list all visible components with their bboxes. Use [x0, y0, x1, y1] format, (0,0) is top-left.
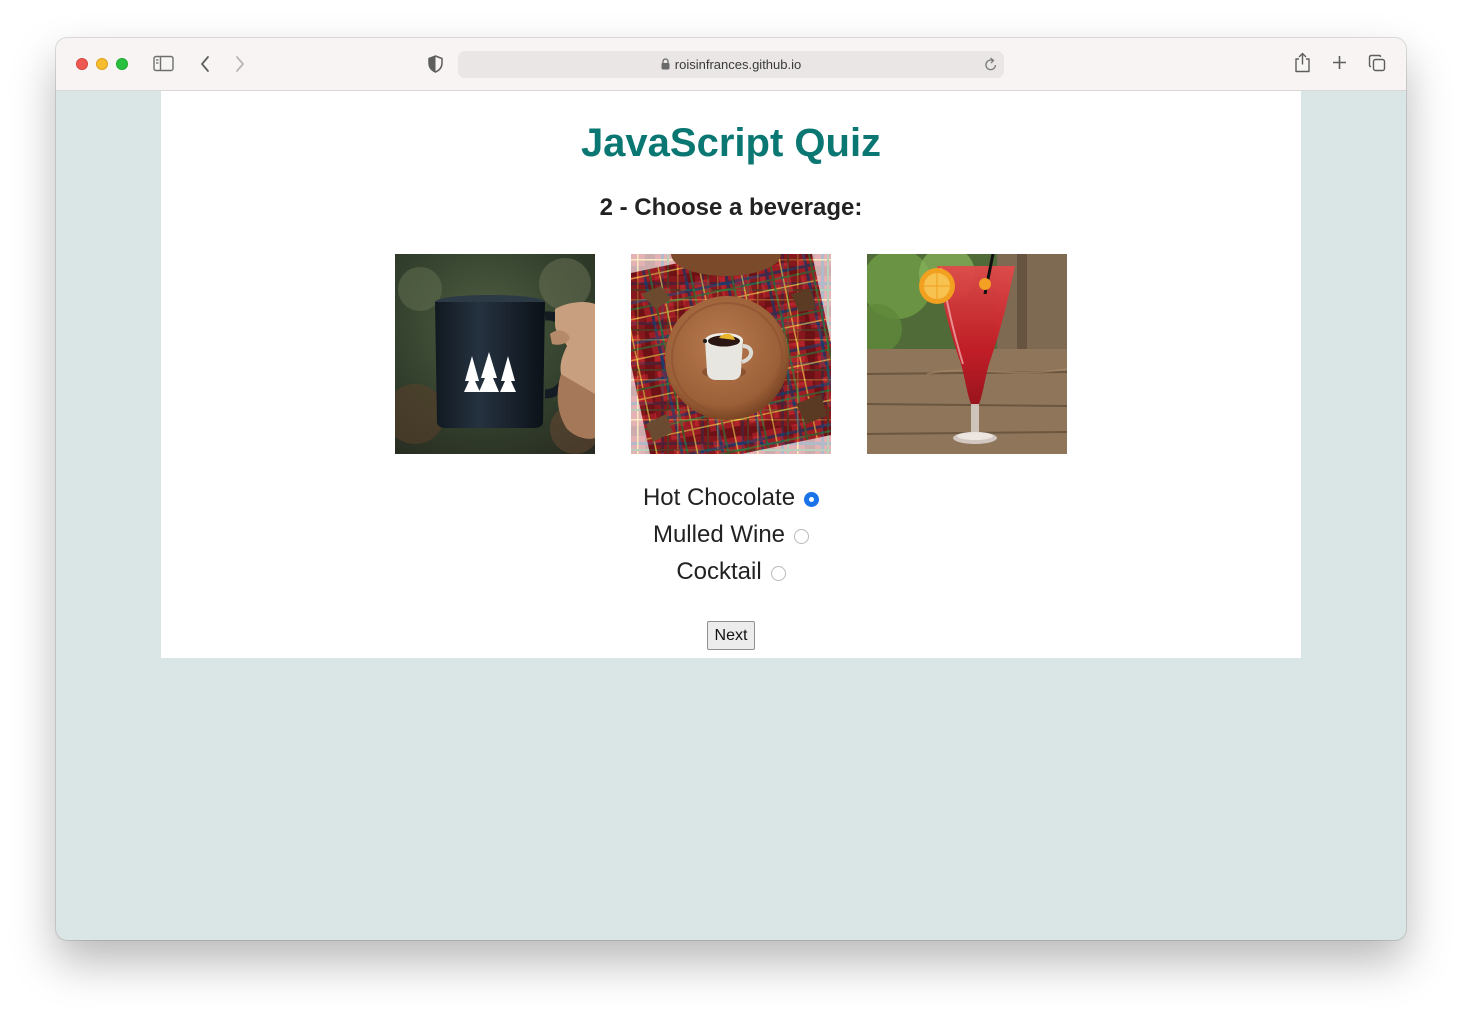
- next-button[interactable]: Next: [707, 621, 755, 650]
- forward-icon[interactable]: [234, 55, 246, 73]
- mulled-wine-image: [631, 254, 831, 454]
- answer-mulled-wine[interactable]: Mulled Wine: [161, 516, 1301, 553]
- lock-icon: [661, 58, 670, 70]
- answer-label: Mulled Wine: [652, 520, 786, 548]
- answer-cocktail[interactable]: Cocktail: [161, 553, 1301, 590]
- answer-radio-cocktail[interactable]: [770, 566, 786, 581]
- cocktail-image: [867, 254, 1067, 454]
- address-bar[interactable]: roisinfrances.github.io: [458, 51, 1004, 78]
- question-text: 2 - Choose a beverage:: [599, 194, 863, 221]
- zoom-window-button[interactable]: [116, 58, 128, 70]
- answer-label: Hot Chocolate: [642, 483, 796, 511]
- close-window-button[interactable]: [76, 58, 88, 70]
- address-bar-text: roisinfrances.github.io: [458, 57, 1004, 72]
- answer-list: Hot Chocolate Mulled Wine Cocktail: [161, 479, 1301, 590]
- url-text: roisinfrances.github.io: [674, 57, 802, 72]
- minimize-window-button[interactable]: [96, 58, 108, 70]
- quiz-container: JavaScript Quiz 2 - Choose a beverage: H…: [161, 91, 1301, 658]
- tab-overview-icon[interactable]: [1368, 54, 1386, 72]
- browser-toolbar: roisinfrances.github.io: [56, 38, 1406, 91]
- browser-window: roisinfrances.github.io JavaScript Quiz …: [56, 38, 1406, 940]
- reload-icon[interactable]: [984, 57, 998, 72]
- answer-radio-hot-chocolate[interactable]: [804, 492, 820, 507]
- answer-label: Cocktail: [676, 557, 762, 585]
- privacy-shield-icon[interactable]: [428, 55, 443, 73]
- answer-radio-mulled-wine[interactable]: [794, 529, 810, 544]
- hot-chocolate-image: [395, 254, 595, 454]
- page-title: JavaScript Quiz: [580, 121, 882, 165]
- back-icon[interactable]: [199, 55, 211, 73]
- share-icon[interactable]: [1294, 52, 1311, 73]
- sidebar-toggle-icon[interactable]: [153, 55, 174, 72]
- new-tab-icon[interactable]: [1332, 55, 1347, 70]
- answer-hot-chocolate[interactable]: Hot Chocolate: [161, 479, 1301, 516]
